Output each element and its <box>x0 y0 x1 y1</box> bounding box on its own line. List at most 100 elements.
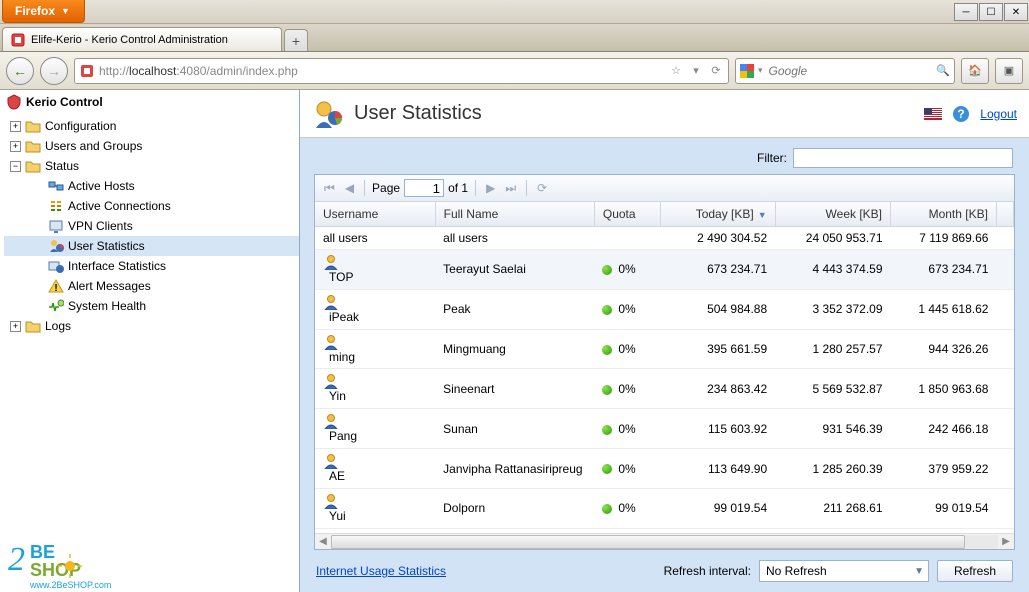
expand-icon[interactable]: + <box>10 321 21 332</box>
cell-username: iPeak <box>315 289 435 329</box>
pager-prev-button[interactable]: ◀ <box>342 181 357 195</box>
browser-tabbar: Elife-Kerio - Kerio Control Administrati… <box>0 24 1029 52</box>
scrollbar-thumb[interactable] <box>331 535 965 549</box>
new-tab-button[interactable]: + <box>284 29 308 51</box>
pager-page-input[interactable] <box>404 179 444 197</box>
sidebar-logo: 2 BE SHOP www.2BeSHOP.com <box>0 530 156 592</box>
cell-today: 99 019.54 <box>661 488 775 528</box>
sidebar-item-label: Alert Messages <box>68 279 151 293</box>
firefox-menu-button[interactable]: Firefox ▼ <box>2 0 85 23</box>
sidebar-item-vpn-clients[interactable]: VPN Clients <box>4 216 299 236</box>
filter-row: Filter: <box>300 138 1029 174</box>
horizontal-scrollbar[interactable]: ◀ ▶ <box>315 533 1014 549</box>
url-bar[interactable]: http://localhost:4080/admin/index.php ☆ … <box>74 58 729 84</box>
table-row[interactable]: PangSunan0%115 603.92931 546.39242 466.1… <box>315 409 1014 449</box>
sidebar-root[interactable]: Kerio Control <box>0 90 299 114</box>
sidebar-item-users-and-groups[interactable]: + Users and Groups <box>4 136 299 156</box>
home-button[interactable]: 🏠 <box>961 58 989 84</box>
col-week[interactable]: Week [KB] <box>775 202 890 227</box>
footer: Internet Usage Statistics Refresh interv… <box>300 550 1029 592</box>
tab-favicon <box>11 33 25 47</box>
sidebar-item-user-statistics[interactable]: User Statistics <box>4 236 299 256</box>
sidebar-item-status[interactable]: − Status <box>4 156 299 176</box>
cell-username: Yui <box>315 488 435 528</box>
table-row[interactable]: all usersall users2 490 304.5224 050 953… <box>315 227 1014 250</box>
expand-icon[interactable]: + <box>10 141 21 152</box>
pager-refresh-button[interactable]: ⟳ <box>534 181 550 195</box>
status-dot-icon <box>602 385 612 395</box>
table-row[interactable]: iPeakPeak0%504 984.883 352 372.091 445 6… <box>315 289 1014 329</box>
cell-today: 234 863.42 <box>661 369 775 409</box>
cell-fullname: Janvipha Rattanasiripreug <box>435 449 594 489</box>
window-minimize-button[interactable]: ─ <box>954 3 978 21</box>
sidebar-item-system-health[interactable]: System Health <box>4 296 299 316</box>
forward-button[interactable]: → <box>40 57 68 85</box>
main-area: User Statistics ? Logout Filter: ⏮ ◀ Pag… <box>300 90 1029 592</box>
nav-tree: +Configuration+Users and Groups−StatusAc… <box>0 114 299 336</box>
status-dot-icon <box>602 265 612 275</box>
reload-button[interactable]: ⟳ <box>708 64 724 77</box>
sidebar-item-logs[interactable]: +Logs <box>4 316 299 336</box>
collapse-icon[interactable]: − <box>10 161 21 172</box>
flag-icon[interactable] <box>924 108 942 120</box>
col-today[interactable]: Today [KB]▼ <box>661 202 775 227</box>
sidebar-item-label: Users and Groups <box>45 139 142 153</box>
window-maximize-button[interactable]: ☐ <box>979 3 1003 21</box>
search-dropdown-icon[interactable]: ▾ <box>758 65 763 76</box>
cell-week: 4 443 374.59 <box>775 250 890 290</box>
col-quota[interactable]: Quota <box>594 202 661 227</box>
cell-username: Yin <box>315 369 435 409</box>
google-icon <box>740 64 754 78</box>
sidebar-item-active-connections[interactable]: Active Connections <box>4 196 299 216</box>
col-fullname[interactable]: Full Name <box>435 202 594 227</box>
search-input[interactable] <box>767 63 933 79</box>
internet-usage-link[interactable]: Internet Usage Statistics <box>316 564 446 578</box>
filter-label: Filter: <box>757 151 787 165</box>
table-row[interactable]: mingMingmuang0%395 661.591 280 257.57944… <box>315 329 1014 369</box>
cell-quota: 0% <box>594 369 661 409</box>
table-row[interactable]: AEJanvipha Rattanasiripreug0%113 649.901… <box>315 449 1014 489</box>
svg-text:www.2BeSHOP.com: www.2BeSHOP.com <box>29 580 111 590</box>
refresh-button[interactable]: Refresh <box>937 560 1013 582</box>
folder-icon <box>25 118 41 134</box>
folder-icon <box>25 158 41 174</box>
pager-next-button[interactable]: ▶ <box>483 181 498 195</box>
browser-navbar: ← → http://localhost:4080/admin/index.ph… <box>0 52 1029 90</box>
feed-icon[interactable]: ☆ <box>668 64 684 77</box>
table-row[interactable]: TOPTeerayut Saelai0%673 234.714 443 374.… <box>315 250 1014 290</box>
col-month[interactable]: Month [KB] <box>891 202 997 227</box>
filter-input[interactable] <box>793 148 1013 168</box>
sidebar-item-label: Interface Statistics <box>68 259 166 273</box>
bookmarks-button[interactable]: ▣ <box>995 58 1023 84</box>
search-icon[interactable]: 🔍 <box>936 64 950 77</box>
sidebar-item-alert-messages[interactable]: !Alert Messages <box>4 276 299 296</box>
browser-tab[interactable]: Elife-Kerio - Kerio Control Administrati… <box>2 27 282 51</box>
expand-icon[interactable]: + <box>10 121 21 132</box>
cell-fullname: Teerayut Saelai <box>435 250 594 290</box>
bookmark-dropdown-icon[interactable]: ▾ <box>688 64 704 77</box>
chevron-down-icon: ▼ <box>61 6 70 16</box>
search-box[interactable]: ▾ 🔍 <box>735 58 955 84</box>
table-row[interactable]: YuiDolporn0%99 019.54211 268.6199 019.54 <box>315 488 1014 528</box>
sidebar-item-label: Status <box>45 159 79 173</box>
col-username[interactable]: Username <box>315 202 435 227</box>
scroll-left-icon[interactable]: ◀ <box>315 536 331 547</box>
table-row[interactable]: YinSineenart0%234 863.425 569 532.871 85… <box>315 369 1014 409</box>
window-close-button[interactable]: ✕ <box>1004 3 1028 21</box>
nav-icon <box>48 298 64 314</box>
pager-last-button[interactable]: ⏭ <box>502 181 519 196</box>
sidebar-item-configuration[interactable]: +Configuration <box>4 116 299 136</box>
sidebar-item-interface-statistics[interactable]: Interface Statistics <box>4 256 299 276</box>
url-favicon <box>79 63 95 79</box>
back-button[interactable]: ← <box>6 57 34 85</box>
logout-link[interactable]: Logout <box>980 107 1017 121</box>
cell-week: 1 285 260.39 <box>775 449 890 489</box>
sidebar-item-label: User Statistics <box>68 239 145 253</box>
sidebar-item-active-hosts[interactable]: Active Hosts <box>4 176 299 196</box>
scroll-right-icon[interactable]: ▶ <box>998 536 1014 547</box>
cell-month: 99 019.54 <box>891 488 997 528</box>
refresh-interval-select[interactable]: No Refresh ▼ <box>759 560 929 582</box>
pager-first-button[interactable]: ⏮ <box>321 181 338 196</box>
help-icon[interactable]: ? <box>952 105 970 123</box>
pager-of-label: of 1 <box>448 181 468 195</box>
